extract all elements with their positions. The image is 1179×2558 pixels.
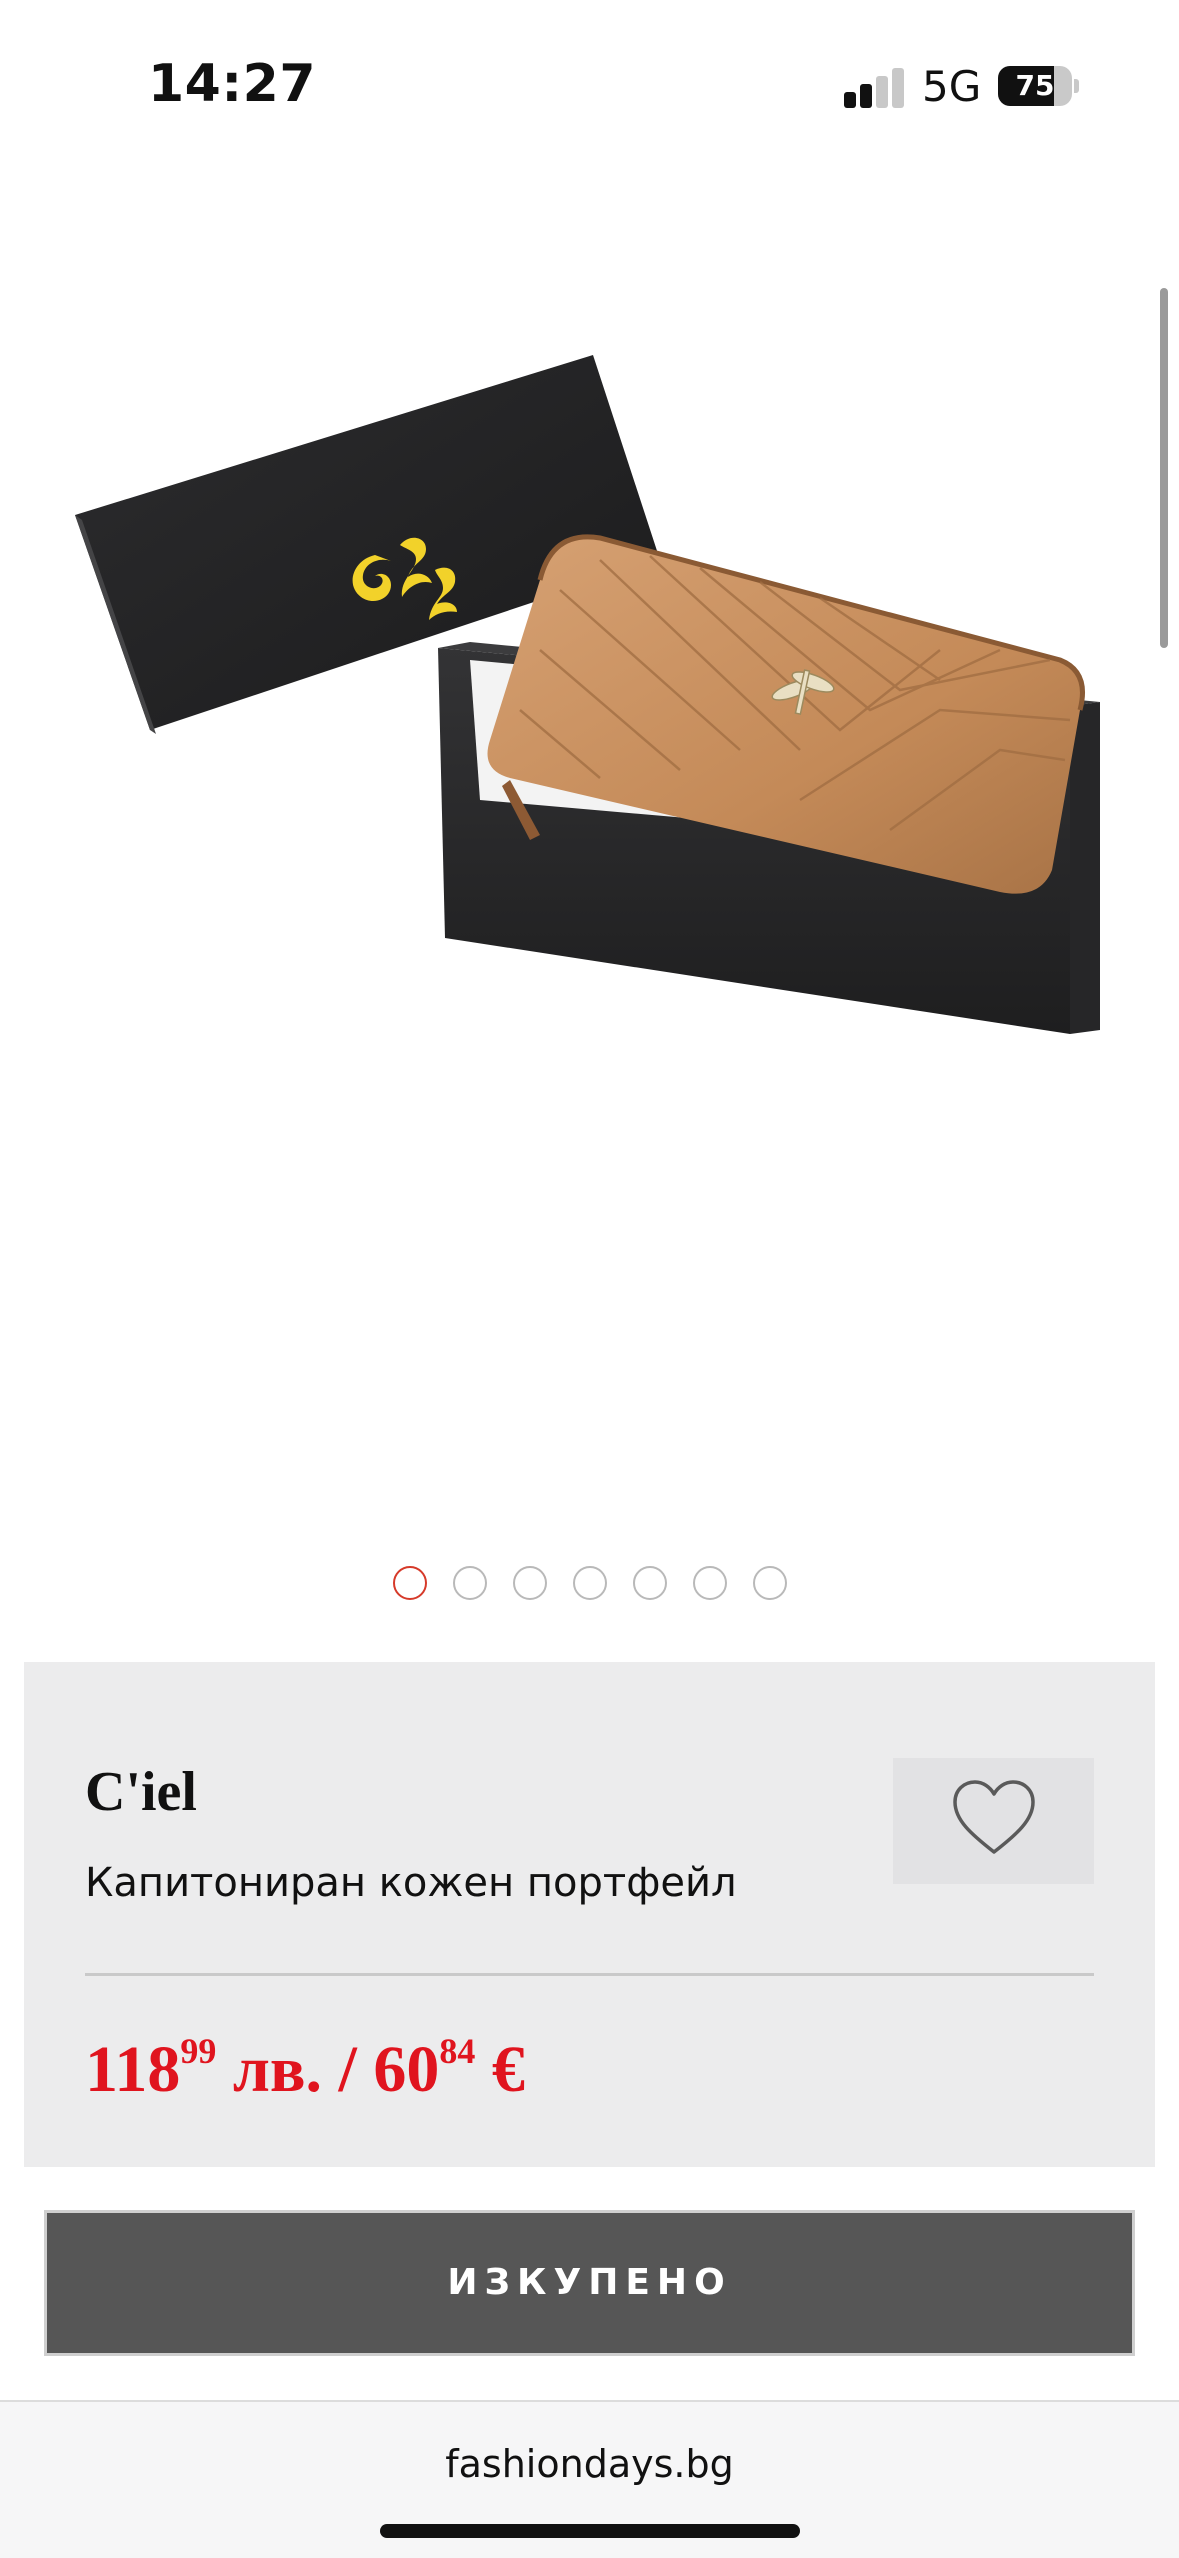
carousel-dot[interactable] xyxy=(632,1566,667,1600)
battery-icon: 75 xyxy=(998,66,1079,106)
divider xyxy=(85,1973,1094,1976)
carousel-dot[interactable] xyxy=(572,1566,607,1600)
url-text[interactable]: fashiondays.bg xyxy=(0,2442,1179,2486)
carousel-dot[interactable] xyxy=(752,1566,787,1600)
sold-out-button[interactable]: ИЗКУПЕНО xyxy=(44,2210,1135,2356)
carousel-dot[interactable] xyxy=(392,1566,427,1600)
product-brand[interactable]: C'iel xyxy=(85,1760,197,1824)
heart-outline-icon xyxy=(953,1780,1035,1854)
product-image[interactable] xyxy=(40,330,1120,1050)
status-bar: 14:27 5G 75 xyxy=(0,0,1179,150)
carousel-dot[interactable] xyxy=(692,1566,727,1600)
product-name: Капитониран кожен портфейл xyxy=(85,1860,737,1906)
price-eur-whole: 60 xyxy=(373,2033,440,2106)
sold-out-label: ИЗКУПЕНО xyxy=(447,2262,732,2303)
page-scrollbar[interactable] xyxy=(1160,288,1168,648)
cellular-signal-icon xyxy=(844,66,906,108)
price-bgn-whole: 118 xyxy=(85,2033,181,2106)
network-type: 5G xyxy=(922,62,982,111)
price-bgn-currency: лв. xyxy=(232,2033,323,2106)
price-bgn-cents: 99 xyxy=(180,2031,217,2071)
product-price: 11899 лв. / 6084 € xyxy=(85,2031,525,2108)
price-eur-currency: € xyxy=(491,2033,525,2106)
price-eur-cents: 84 xyxy=(439,2031,476,2071)
home-indicator[interactable] xyxy=(380,2524,800,2538)
battery-percent: 75 xyxy=(1015,69,1055,102)
status-time: 14:27 xyxy=(148,54,317,114)
product-info-card: C'iel Капитониран кожен портфейл 11899 л… xyxy=(24,1662,1155,2167)
wallet-in-gift-box-image xyxy=(75,355,1100,1034)
image-carousel-dots xyxy=(0,1566,1179,1606)
price-separator: / xyxy=(338,2033,357,2106)
carousel-dot[interactable] xyxy=(452,1566,487,1600)
carousel-dot[interactable] xyxy=(512,1566,547,1600)
add-to-favorites-button[interactable] xyxy=(893,1758,1094,1884)
browser-address-bar[interactable]: fashiondays.bg xyxy=(0,2400,1179,2558)
